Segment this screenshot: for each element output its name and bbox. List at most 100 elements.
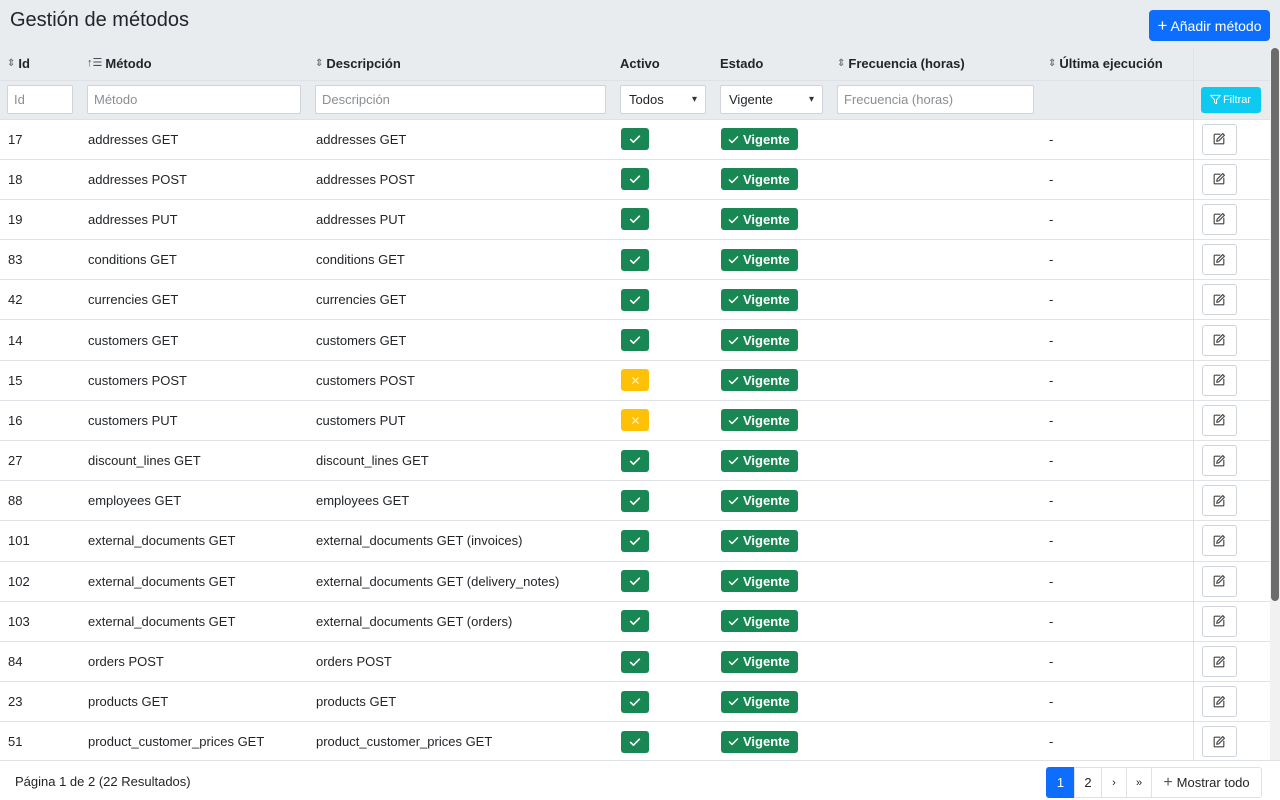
filter-cell-ultima [1041, 80, 1193, 120]
edit-button[interactable] [1201, 686, 1237, 718]
cell-descripcion: customers GET [308, 319, 613, 361]
plus-icon: + [1157, 15, 1168, 35]
cell-metodo: addresses GET [80, 119, 308, 160]
table-row: 51 product_customer_prices GET product_cus… [0, 721, 1270, 760]
cell-estado: Vigente [713, 239, 830, 281]
col-header-id[interactable]: ⇕ Id [0, 48, 80, 81]
status-badge-label: Vigente [743, 412, 790, 428]
add-method-button[interactable]: + Añadir método [1149, 10, 1270, 41]
pagination: 1 2 › » + Mostrar todo [1046, 767, 1262, 798]
cell-estado: Vigente [713, 561, 830, 602]
edit-button[interactable] [1201, 646, 1237, 678]
edit-button[interactable] [1201, 565, 1237, 597]
filter-frecuencia-input[interactable] [837, 85, 1034, 114]
edit-button[interactable] [1201, 284, 1237, 316]
status-badge: Vigente [721, 128, 798, 151]
cell-frecuencia [830, 480, 1041, 522]
edit-button[interactable] [1201, 244, 1237, 276]
status-badge: Vigente [721, 489, 798, 512]
cell-activo [613, 400, 713, 442]
header-row: ⇕ Id ↑☰ Método ⇕ Descripción Activo Estado … [0, 48, 1270, 81]
page-button-1[interactable]: 1 [1046, 767, 1075, 798]
filter-cell-activo: Todos ▾ [613, 80, 713, 120]
status-badge: Vigente [721, 690, 798, 713]
filter-button[interactable]: Filtrar [1200, 86, 1261, 113]
edit-button[interactable] [1201, 485, 1237, 517]
cell-ultima: - [1041, 119, 1193, 160]
status-badge-label: Vigente [743, 533, 790, 549]
col-header-descripcion[interactable]: ⇕ Descripción [308, 48, 613, 81]
status-badge-label: Vigente [743, 332, 790, 348]
cell-ultima: - [1041, 480, 1193, 522]
cell-metodo: external_documents GET [80, 561, 308, 602]
page-info: Página 1 de 2 (22 Resultados) [15, 774, 191, 789]
page-button-2[interactable]: 2 [1074, 767, 1102, 798]
table-row: 27 discount_lines GET discount_lines GET Vi… [0, 440, 1270, 482]
status-badge-label: Vigente [743, 694, 790, 710]
edit-button[interactable] [1201, 163, 1237, 195]
cell-frecuencia [830, 119, 1041, 160]
filter-estado-select[interactable]: Vigente ▾ [720, 85, 823, 114]
col-header-frecuencia[interactable]: ⇕ Frecuencia (horas) [830, 48, 1041, 81]
table-row: 102 external_documents GET external_docume… [0, 561, 1270, 602]
edit-button[interactable] [1201, 123, 1237, 155]
edit-button[interactable] [1201, 203, 1237, 235]
status-badge-label: Vigente [743, 211, 790, 227]
cell-metodo: external_documents GET [80, 601, 308, 642]
cell-descripcion: external_documents GET (orders) [308, 601, 613, 642]
check-icon [621, 208, 649, 231]
edit-button[interactable] [1201, 324, 1237, 356]
cell-actions [1192, 641, 1270, 683]
edit-button[interactable] [1201, 726, 1237, 758]
edit-icon [1212, 172, 1226, 186]
edit-button[interactable] [1201, 525, 1237, 557]
edit-icon [1212, 333, 1226, 347]
edit-icon [1212, 413, 1226, 427]
next-page-button[interactable]: › [1101, 767, 1127, 798]
filter-descripcion-input[interactable] [315, 85, 606, 114]
status-badge-label: Vigente [743, 252, 790, 268]
cell-frecuencia [830, 601, 1041, 642]
check-icon [621, 128, 649, 151]
show-all-button[interactable]: + Mostrar todo [1151, 767, 1262, 798]
check-icon [621, 529, 649, 552]
cell-frecuencia [830, 641, 1041, 683]
cell-estado: Vigente [713, 360, 830, 401]
edit-icon [1212, 655, 1226, 669]
table-body: 17 addresses GET addresses GET Vigente -18 ad… [0, 119, 1270, 760]
filter-activo-select[interactable]: Todos ▾ [620, 85, 706, 114]
cell-descripcion: customers POST [308, 360, 613, 401]
edit-button[interactable] [1201, 404, 1237, 436]
cell-ultima: - [1041, 159, 1193, 200]
cell-activo [613, 199, 713, 241]
cell-id: 103 [0, 601, 80, 642]
filter-metodo-input[interactable] [87, 85, 301, 114]
cell-ultima: - [1041, 601, 1193, 642]
cell-activo [613, 319, 713, 361]
cell-estado: Vigente [713, 641, 830, 683]
col-header-ultima[interactable]: ⇕ Última ejecución [1041, 48, 1193, 81]
status-badge: Vigente [721, 248, 798, 271]
cell-activo [613, 279, 713, 321]
cell-estado: Vigente [713, 440, 830, 482]
add-method-label: Añadir método [1170, 17, 1262, 34]
cell-frecuencia [830, 440, 1041, 482]
cell-actions [1192, 601, 1270, 642]
vertical-scrollbar-thumb[interactable] [1271, 48, 1279, 601]
col-header-actions [1192, 48, 1270, 81]
last-page-button[interactable]: » [1126, 767, 1152, 798]
check-icon [621, 610, 649, 633]
filter-cell-frecuencia [830, 80, 1041, 120]
edit-button[interactable] [1201, 605, 1237, 637]
plus-icon: + [1163, 773, 1173, 791]
edit-button[interactable] [1201, 364, 1237, 396]
edit-button[interactable] [1201, 445, 1237, 477]
cell-actions [1192, 279, 1270, 321]
table-row: 23 products GET products GET Vigente - [0, 681, 1270, 723]
cell-actions [1192, 721, 1270, 760]
edit-icon [1212, 614, 1226, 628]
filter-id-input[interactable] [7, 85, 73, 114]
col-header-metodo[interactable]: ↑☰ Método [80, 48, 308, 81]
cell-actions [1192, 159, 1270, 200]
edit-icon [1212, 212, 1226, 226]
